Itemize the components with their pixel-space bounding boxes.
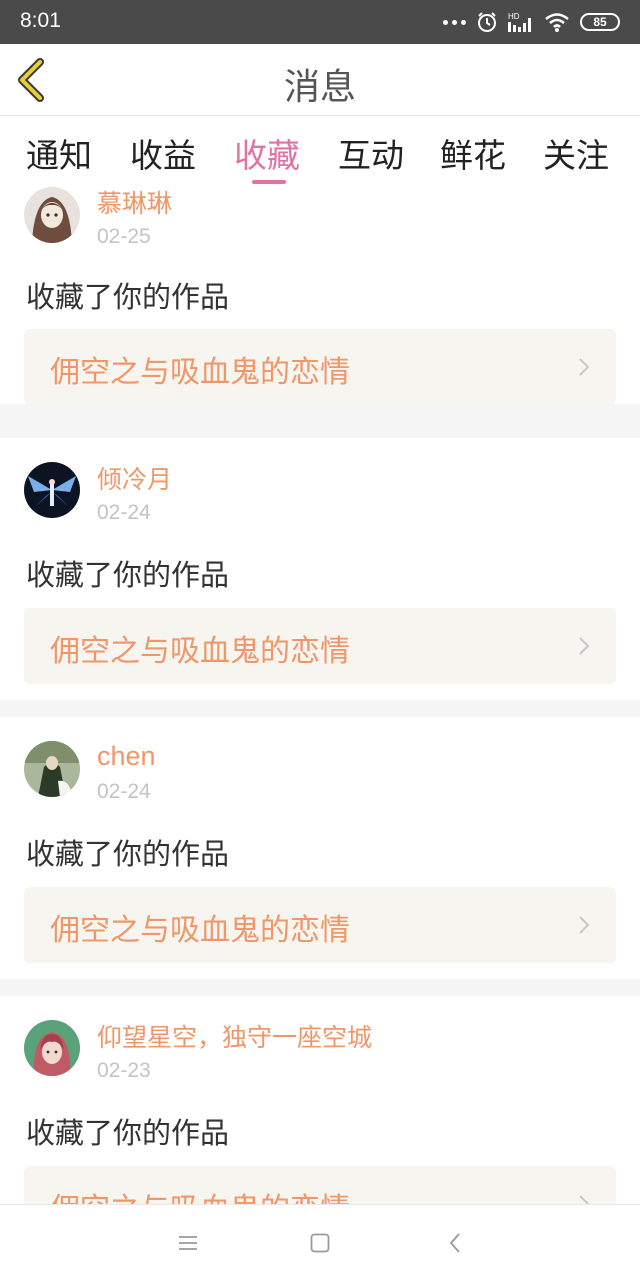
chevron-right-icon (579, 916, 590, 934)
avatar[interactable] (24, 187, 80, 243)
tab-notifications[interactable]: 通知 (26, 129, 92, 177)
back-nav-icon[interactable] (444, 1231, 468, 1255)
wifi-icon (545, 13, 569, 32)
more-notifications-icon (443, 19, 466, 25)
message-list[interactable]: 慕琳琳 02-25 收藏了你的作品 佣空之与吸血鬼的恋情 倾冷月 02-24 收… (0, 186, 640, 1204)
header: 消息 (0, 44, 640, 116)
tab-bar: 通知 收益 收藏 互动 鲜花 关注 (0, 117, 640, 187)
tab-flowers[interactable]: 鲜花 (440, 129, 506, 177)
tab-favorites[interactable]: 收藏 (234, 129, 300, 177)
system-nav-bar (0, 1204, 640, 1280)
chevron-right-icon (579, 1195, 590, 1204)
username[interactable]: 慕琳琳 (97, 186, 172, 220)
work-title: 佣空之与吸血鬼的恋情 (50, 1184, 350, 1204)
page-title: 消息 (283, 67, 356, 108)
work-link[interactable]: 佣空之与吸血鬼的恋情 (24, 608, 616, 684)
tab-following[interactable]: 关注 (543, 129, 609, 177)
alarm-icon (478, 12, 496, 32)
tab-earnings[interactable]: 收益 (130, 129, 196, 177)
message-card: 倾冷月 02-24 收藏了你的作品 佣空之与吸血鬼的恋情 (0, 438, 640, 700)
work-link[interactable]: 佣空之与吸血鬼的恋情 (24, 329, 616, 405)
avatar[interactable] (24, 462, 80, 518)
chevron-right-icon (579, 358, 590, 376)
work-title: 佣空之与吸血鬼的恋情 (50, 913, 350, 948)
battery-level: 85 (593, 15, 607, 29)
message-date: 02-24 (97, 501, 151, 524)
chevron-right-icon (579, 637, 590, 655)
username[interactable]: chen (97, 741, 156, 772)
work-title: 佣空之与吸血鬼的恋情 (50, 355, 350, 390)
work-title: 佣空之与吸血鬼的恋情 (50, 634, 350, 669)
status-time: 8:01 (20, 9, 61, 32)
action-text: 收藏了你的作品 (26, 1116, 230, 1150)
action-text: 收藏了你的作品 (26, 280, 230, 314)
status-bar: 8:01 HD 85 (0, 0, 640, 44)
avatar[interactable] (24, 741, 80, 797)
avatar[interactable] (24, 1020, 80, 1076)
message-card: chen 02-24 收藏了你的作品 佣空之与吸血鬼的恋情 (0, 717, 640, 979)
message-date: 02-23 (97, 1059, 151, 1082)
message-card: 仰望星空，独守一座空城 02-23 收藏了你的作品 佣空之与吸血鬼的恋情 (0, 996, 640, 1204)
username[interactable]: 仰望星空，独守一座空城 (97, 1018, 372, 1054)
message-date: 02-24 (97, 780, 151, 803)
work-link[interactable]: 佣空之与吸血鬼的恋情 (24, 1166, 616, 1204)
action-text: 收藏了你的作品 (26, 558, 230, 592)
battery-icon: 85 (580, 13, 620, 31)
tab-interactions[interactable]: 互动 (338, 129, 404, 177)
svg-text:HD: HD (508, 12, 520, 21)
menu-icon[interactable] (176, 1231, 200, 1255)
action-text: 收藏了你的作品 (26, 837, 230, 871)
message-date: 02-25 (97, 225, 151, 248)
home-icon[interactable] (308, 1231, 332, 1255)
active-tab-indicator (252, 180, 286, 184)
work-link[interactable]: 佣空之与吸血鬼的恋情 (24, 887, 616, 963)
status-icons: HD 85 (443, 10, 620, 34)
signal-icon: HD (508, 12, 531, 32)
username[interactable]: 倾冷月 (97, 460, 172, 496)
message-card: 慕琳琳 02-25 收藏了你的作品 佣空之与吸血鬼的恋情 (0, 186, 640, 405)
